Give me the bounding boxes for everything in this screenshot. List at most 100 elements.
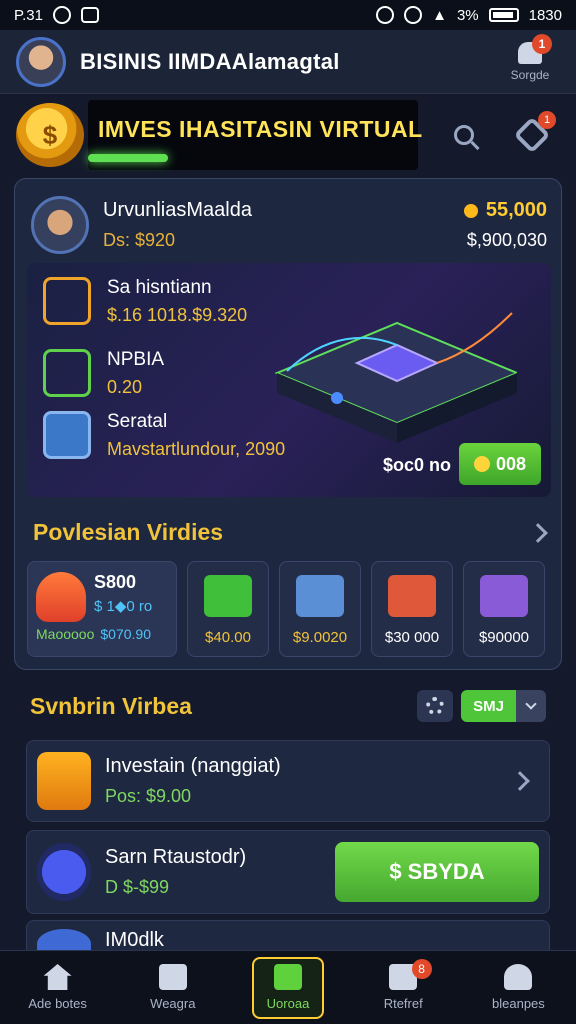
chevron-right-icon xyxy=(510,771,530,791)
nav-item-invest[interactable]: Uoroaa xyxy=(230,951,345,1024)
tools-button[interactable]: 1 xyxy=(510,111,556,157)
hero-item-value: $.16 1018.$9.320 xyxy=(107,305,248,325)
section-header: Povlesian Virdies xyxy=(33,519,548,546)
tile-price: $90000 xyxy=(478,629,530,646)
notification-icon xyxy=(52,6,71,24)
nav-label: Rtefref xyxy=(383,996,423,1011)
alarm-icon xyxy=(376,6,395,24)
hero-buy-button[interactable]: 008 xyxy=(459,443,541,485)
hero-panel: Sa hisntiann $.16 1018.$9.320 NPBIA 0.20… xyxy=(27,263,551,497)
chevron-down-icon xyxy=(525,698,537,710)
status-bar: P.31 ▲ 3% 1830 xyxy=(0,0,576,30)
search-icon xyxy=(454,125,474,145)
tools-badge: 1 xyxy=(538,111,556,129)
notifications-button[interactable]: 1 Sorgde xyxy=(500,33,560,82)
coin-icon xyxy=(473,456,490,472)
hero-item[interactable]: NPBIA 0.20 xyxy=(43,349,164,398)
nav-label: Uoroaa xyxy=(266,996,310,1011)
property-tile[interactable]: $9.0020 xyxy=(279,561,361,657)
app-bar: BISINIS IIMDAAlamagtal 1 Sorgde xyxy=(0,30,576,94)
nav-item-profile[interactable]: bleanpes xyxy=(461,951,576,1024)
featured-tile[interactable]: S800 $ 1◆0 ro Maooooo $070.90 xyxy=(27,561,177,657)
shop-icon xyxy=(388,575,436,617)
message-icon xyxy=(80,7,99,23)
investment-title: IM0dlk xyxy=(105,929,164,951)
bottom-nav: Ade botes Weagra Uoroaa 8 Rtefref bleanp… xyxy=(0,950,576,1024)
user-name: UrvunliasMaalda xyxy=(103,199,252,221)
factory-icon xyxy=(480,575,528,617)
tile-price: $9.0020 xyxy=(292,629,348,646)
investment-title: Investain (nanggiat) xyxy=(105,755,281,777)
notification-badge: 1 xyxy=(532,33,552,54)
status-time: P.31 xyxy=(14,6,43,24)
dice-icon xyxy=(158,964,187,990)
coin-icon xyxy=(463,203,478,218)
app-title: BISINIS IIMDAAlamagtal xyxy=(80,48,340,74)
nav-label: Weagra xyxy=(150,996,196,1011)
cube-icon xyxy=(274,964,302,990)
investment-sub: Pos: $9.00 xyxy=(105,786,192,806)
property-tile[interactable]: $30 000 xyxy=(371,561,453,657)
status-clock: 1830 xyxy=(528,6,562,24)
filter-select-value: SMJ xyxy=(461,690,516,722)
gear-icon xyxy=(426,697,445,715)
featured-left: Maooooo xyxy=(36,626,95,642)
featured-right: $070.90 xyxy=(100,626,151,642)
hero-item-value: Mavstartlundour, 2090 xyxy=(107,439,286,459)
hero-item-value: 0.20 xyxy=(107,377,143,397)
investment-title: Sarn Rtaustodr) xyxy=(105,846,247,868)
green-building-icon xyxy=(204,575,252,617)
user-avatar[interactable] xyxy=(31,196,89,254)
portfolio-card: UrvunliasMaalda Ds: $920 55,000 $,900,03… xyxy=(14,178,562,670)
chat-icon xyxy=(43,349,91,397)
investment-sub: D $-$99 xyxy=(105,877,170,897)
filter-select[interactable]: SMJ xyxy=(461,690,546,722)
battery-icon xyxy=(488,8,519,22)
nav-label: Ade botes xyxy=(28,996,87,1011)
gold-shield-icon xyxy=(37,752,91,810)
nav-item-refresh[interactable]: 8 Rtefref xyxy=(346,951,461,1024)
wallet-icon xyxy=(43,277,91,325)
hero-item-title: Seratal xyxy=(107,411,168,432)
chevron-right-icon[interactable] xyxy=(528,522,548,543)
coin-gear-icon: $ xyxy=(16,103,84,167)
settings-button[interactable] xyxy=(417,690,454,722)
server-icon xyxy=(296,575,344,617)
timer-icon xyxy=(404,6,423,24)
hero-buy-label: 008 xyxy=(495,453,527,474)
nav-item-games[interactable]: Weagra xyxy=(115,951,230,1024)
nav-item-home[interactable]: Ade botes xyxy=(0,951,115,1024)
hero-item[interactable]: Sa hisntiann $.16 1018.$9.320 xyxy=(43,277,247,326)
property-tiles: S800 $ 1◆0 ro Maooooo $070.90 $40.00 $9.0… xyxy=(27,561,551,657)
hero-price: $oc0 no xyxy=(383,455,452,475)
section-title: Povlesian Virdies xyxy=(33,519,224,545)
banner-text: IMVES IHASITASIN VIRTUAL xyxy=(98,116,423,142)
tile-price: $30 000 xyxy=(384,629,440,646)
token-icon xyxy=(37,843,91,901)
investment-item[interactable]: Investain (nanggiat) Pos: $9.00 xyxy=(26,740,550,822)
investment-item[interactable]: Sarn Rtaustodr) D $-$99 $ SBYDA xyxy=(26,830,550,914)
monitor-icon xyxy=(43,411,91,459)
nav-badge: 8 xyxy=(411,959,432,979)
buy-button[interactable]: $ SBYDA xyxy=(335,842,539,902)
people-icon xyxy=(504,964,533,990)
nav-label: bleanpes xyxy=(492,996,545,1011)
battery-percent: 3% xyxy=(456,6,479,24)
hero-item[interactable]: Seratal Mavstartlundour, 2090 xyxy=(43,411,285,460)
hero-item-title: NPBIA xyxy=(107,349,165,370)
property-tile[interactable]: $40.00 xyxy=(187,561,269,657)
notifications-label: Sorgde xyxy=(510,67,550,82)
tile-price: $40.00 xyxy=(205,629,251,646)
promo-banner[interactable]: IMVES IHASITASIN VIRTUAL xyxy=(88,100,423,170)
wifi-icon: ▲ xyxy=(432,6,447,24)
user-row: UrvunliasMaalda Ds: $920 55,000 $,900,03… xyxy=(31,187,547,263)
shield-coin-icon xyxy=(36,572,86,622)
property-tile[interactable]: $90000 xyxy=(463,561,545,657)
banner-progress-bar xyxy=(88,154,168,162)
user-total: $,900,030 xyxy=(466,230,547,250)
profile-avatar[interactable] xyxy=(16,36,66,87)
search-button[interactable] xyxy=(442,113,486,157)
featured-sub: $ 1◆0 ro xyxy=(94,598,153,615)
hero-item-title: Sa hisntiann xyxy=(107,277,212,298)
user-coins: 55,000 xyxy=(485,199,547,221)
